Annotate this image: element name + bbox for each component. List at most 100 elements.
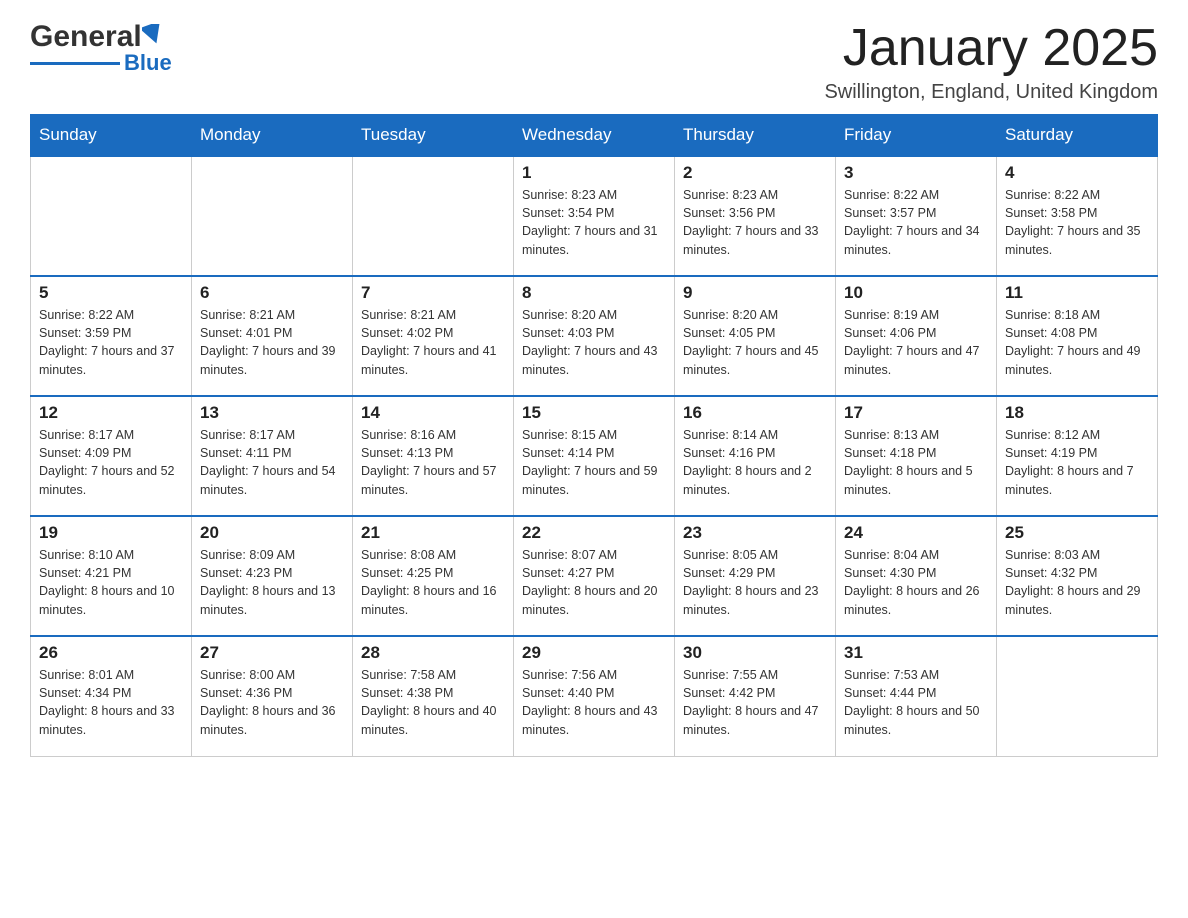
calendar-cell: 12Sunrise: 8:17 AM Sunset: 4:09 PM Dayli…	[31, 396, 192, 516]
day-number: 31	[844, 643, 988, 663]
day-number: 24	[844, 523, 988, 543]
day-number: 22	[522, 523, 666, 543]
day-number: 15	[522, 403, 666, 423]
calendar-cell: 10 Sunrise: 8:19 AM Sunset: 4:06 PM Dayli…	[836, 276, 997, 396]
week-row-4: 19Sunrise: 8:10 AM Sunset: 4:21 PM Dayli…	[31, 516, 1158, 636]
calendar-cell: 6 Sunrise: 8:21 AM Sunset: 4:01 PM Daylig…	[192, 276, 353, 396]
day-number: 23	[683, 523, 827, 543]
calendar-cell: 19Sunrise: 8:10 AM Sunset: 4:21 PM Dayli…	[31, 516, 192, 636]
calendar-cell: 22 Sunrise: 8:07 AM Sunset: 4:27 PM Dayli…	[514, 516, 675, 636]
title-area: January 2025 Swillington, England, Unite…	[824, 20, 1158, 104]
week-row-1: 1 Sunrise: 8:23 AM Sunset: 3:54 PM Daylig…	[31, 156, 1158, 276]
calendar-cell: 21 Sunrise: 8:08 AM Sunset: 4:25 PM Dayli…	[353, 516, 514, 636]
day-number: 21	[361, 523, 505, 543]
day-info: Sunrise: 8:00 AM Sunset: 4:36 PM Dayligh…	[200, 666, 344, 739]
day-info: Sunrise: 8:05 AM Sunset: 4:29 PM Dayligh…	[683, 546, 827, 619]
day-info: Sunrise: 8:16 AM Sunset: 4:13 PM Dayligh…	[361, 426, 505, 499]
day-info: Sunrise: 8:23 AM Sunset: 3:56 PM Dayligh…	[683, 186, 827, 259]
location: Swillington, England, United Kingdom	[824, 81, 1158, 104]
day-number: 7	[361, 283, 505, 303]
calendar-cell: 23 Sunrise: 8:05 AM Sunset: 4:29 PM Dayli…	[675, 516, 836, 636]
calendar-cell: 14 Sunrise: 8:16 AM Sunset: 4:13 PM Dayli…	[353, 396, 514, 516]
weekday-header-monday: Monday	[192, 115, 353, 157]
calendar-cell: 28 Sunrise: 7:58 AM Sunset: 4:38 PM Dayli…	[353, 636, 514, 756]
weekday-header-row: SundayMondayTuesdayWednesdayThursdayFrid…	[31, 115, 1158, 157]
calendar-cell: 13 Sunrise: 8:17 AM Sunset: 4:11 PM Dayli…	[192, 396, 353, 516]
day-info: Sunrise: 8:22 AM Sunset: 3:59 PM Dayligh…	[39, 306, 183, 379]
day-number: 13	[200, 403, 344, 423]
day-info: Sunrise: 8:20 AM Sunset: 4:05 PM Dayligh…	[683, 306, 827, 379]
calendar-cell: 5 Sunrise: 8:22 AM Sunset: 3:59 PM Daylig…	[31, 276, 192, 396]
day-info: Sunrise: 8:20 AM Sunset: 4:03 PM Dayligh…	[522, 306, 666, 379]
day-number: 8	[522, 283, 666, 303]
calendar-cell	[353, 156, 514, 276]
month-title: January 2025	[824, 20, 1158, 77]
logo-triangle-icon	[142, 24, 164, 52]
day-number: 2	[683, 163, 827, 183]
calendar-cell: 7 Sunrise: 8:21 AM Sunset: 4:02 PM Daylig…	[353, 276, 514, 396]
day-info: Sunrise: 8:09 AM Sunset: 4:23 PM Dayligh…	[200, 546, 344, 619]
calendar-cell: 18 Sunrise: 8:12 AM Sunset: 4:19 PM Dayli…	[997, 396, 1158, 516]
day-number: 20	[200, 523, 344, 543]
week-row-5: 26 Sunrise: 8:01 AM Sunset: 4:34 PM Dayli…	[31, 636, 1158, 756]
day-info: Sunrise: 8:17 AM Sunset: 4:11 PM Dayligh…	[200, 426, 344, 499]
day-number: 27	[200, 643, 344, 663]
calendar-cell: 15 Sunrise: 8:15 AM Sunset: 4:14 PM Dayli…	[514, 396, 675, 516]
day-number: 25	[1005, 523, 1149, 543]
week-row-3: 12Sunrise: 8:17 AM Sunset: 4:09 PM Dayli…	[31, 396, 1158, 516]
day-number: 5	[39, 283, 183, 303]
day-info: Sunrise: 8:22 AM Sunset: 3:57 PM Dayligh…	[844, 186, 988, 259]
day-info: Sunrise: 8:01 AM Sunset: 4:34 PM Dayligh…	[39, 666, 183, 739]
logo-general: General	[30, 20, 142, 54]
calendar-cell: 27 Sunrise: 8:00 AM Sunset: 4:36 PM Dayli…	[192, 636, 353, 756]
day-number: 19	[39, 523, 183, 543]
day-info: Sunrise: 8:21 AM Sunset: 4:01 PM Dayligh…	[200, 306, 344, 379]
day-info: Sunrise: 8:19 AM Sunset: 4:06 PM Dayligh…	[844, 306, 988, 379]
weekday-header-sunday: Sunday	[31, 115, 192, 157]
day-info: Sunrise: 8:22 AM Sunset: 3:58 PM Dayligh…	[1005, 186, 1149, 259]
calendar-cell: 30Sunrise: 7:55 AM Sunset: 4:42 PM Dayli…	[675, 636, 836, 756]
calendar-cell: 20 Sunrise: 8:09 AM Sunset: 4:23 PM Dayli…	[192, 516, 353, 636]
calendar-cell: 4 Sunrise: 8:22 AM Sunset: 3:58 PM Daylig…	[997, 156, 1158, 276]
day-info: Sunrise: 8:12 AM Sunset: 4:19 PM Dayligh…	[1005, 426, 1149, 499]
calendar-cell	[31, 156, 192, 276]
day-number: 4	[1005, 163, 1149, 183]
day-number: 3	[844, 163, 988, 183]
day-number: 16	[683, 403, 827, 423]
calendar-cell: 11Sunrise: 8:18 AM Sunset: 4:08 PM Dayli…	[997, 276, 1158, 396]
calendar-cell: 8 Sunrise: 8:20 AM Sunset: 4:03 PM Daylig…	[514, 276, 675, 396]
calendar-table: SundayMondayTuesdayWednesdayThursdayFrid…	[30, 114, 1158, 757]
day-number: 17	[844, 403, 988, 423]
day-info: Sunrise: 8:13 AM Sunset: 4:18 PM Dayligh…	[844, 426, 988, 499]
day-info: Sunrise: 8:15 AM Sunset: 4:14 PM Dayligh…	[522, 426, 666, 499]
calendar-cell: 1 Sunrise: 8:23 AM Sunset: 3:54 PM Daylig…	[514, 156, 675, 276]
day-number: 12	[39, 403, 183, 423]
day-info: Sunrise: 8:23 AM Sunset: 3:54 PM Dayligh…	[522, 186, 666, 259]
weekday-header-tuesday: Tuesday	[353, 115, 514, 157]
day-info: Sunrise: 8:08 AM Sunset: 4:25 PM Dayligh…	[361, 546, 505, 619]
day-info: Sunrise: 8:04 AM Sunset: 4:30 PM Dayligh…	[844, 546, 988, 619]
day-number: 6	[200, 283, 344, 303]
logo-underline	[30, 62, 120, 65]
logo-blue: Blue	[124, 50, 172, 76]
day-number: 18	[1005, 403, 1149, 423]
day-number: 26	[39, 643, 183, 663]
day-info: Sunrise: 7:58 AM Sunset: 4:38 PM Dayligh…	[361, 666, 505, 739]
day-number: 28	[361, 643, 505, 663]
day-info: Sunrise: 8:03 AM Sunset: 4:32 PM Dayligh…	[1005, 546, 1149, 619]
calendar-cell: 17 Sunrise: 8:13 AM Sunset: 4:18 PM Dayli…	[836, 396, 997, 516]
weekday-header-wednesday: Wednesday	[514, 115, 675, 157]
weekday-header-saturday: Saturday	[997, 115, 1158, 157]
day-number: 10	[844, 283, 988, 303]
weekday-header-thursday: Thursday	[675, 115, 836, 157]
day-number: 14	[361, 403, 505, 423]
day-info: Sunrise: 8:18 AM Sunset: 4:08 PM Dayligh…	[1005, 306, 1149, 379]
day-info: Sunrise: 8:07 AM Sunset: 4:27 PM Dayligh…	[522, 546, 666, 619]
day-info: Sunrise: 8:21 AM Sunset: 4:02 PM Dayligh…	[361, 306, 505, 379]
calendar-cell: 26 Sunrise: 8:01 AM Sunset: 4:34 PM Dayli…	[31, 636, 192, 756]
week-row-2: 5 Sunrise: 8:22 AM Sunset: 3:59 PM Daylig…	[31, 276, 1158, 396]
day-info: Sunrise: 7:53 AM Sunset: 4:44 PM Dayligh…	[844, 666, 988, 739]
calendar-cell: 31 Sunrise: 7:53 AM Sunset: 4:44 PM Dayli…	[836, 636, 997, 756]
day-number: 1	[522, 163, 666, 183]
calendar-cell: 2 Sunrise: 8:23 AM Sunset: 3:56 PM Daylig…	[675, 156, 836, 276]
